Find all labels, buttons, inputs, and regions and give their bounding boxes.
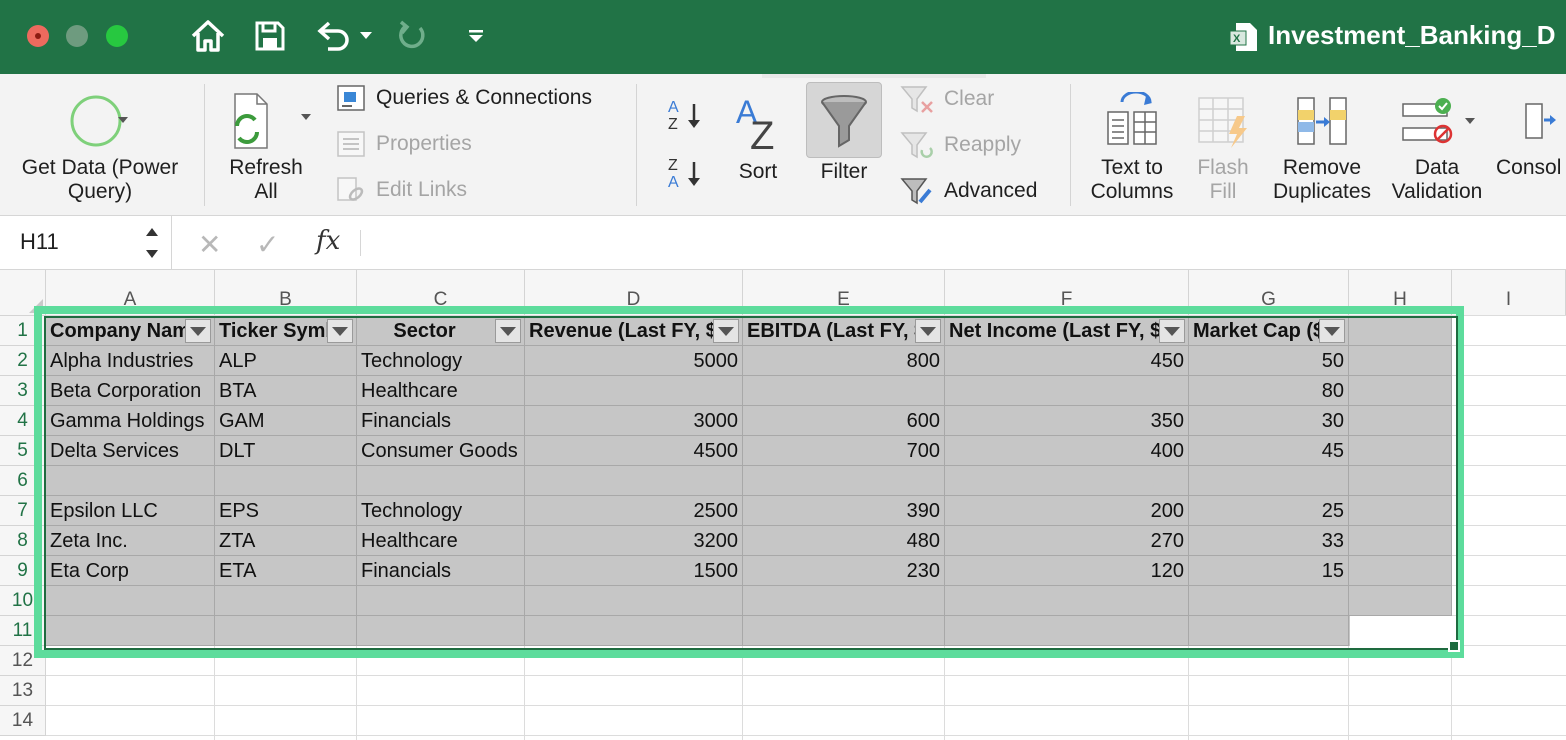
sort-az-icon: AZ bbox=[736, 94, 774, 151]
undo-dropdown-icon[interactable] bbox=[358, 16, 374, 56]
consolidate-icon bbox=[1525, 103, 1556, 139]
home-icon[interactable] bbox=[188, 16, 228, 56]
data-validation-button[interactable]: Data Validation bbox=[1386, 90, 1488, 204]
reapply-filter-icon bbox=[900, 132, 933, 159]
svg-text:A: A bbox=[668, 174, 679, 191]
gridline bbox=[46, 735, 1566, 736]
get-data-button[interactable]: Get Data (Power Query) bbox=[10, 92, 190, 204]
undo-icon[interactable] bbox=[314, 16, 354, 56]
sort-label: Sort bbox=[738, 160, 778, 183]
refresh-all-label: Refresh All bbox=[229, 156, 303, 203]
active-tab-indicator bbox=[762, 74, 986, 78]
advanced-filter-icon bbox=[900, 178, 932, 205]
queries-connections-icon bbox=[337, 85, 365, 111]
ribbon-separator bbox=[636, 84, 637, 206]
worksheet-grid[interactable]: A B C D E F G H I 1 2 3 4 5 6 7 8 9 10 11 12 13 14 Company Nam T… bbox=[0, 270, 1566, 740]
flash-fill-icon bbox=[1198, 97, 1247, 148]
close-window-button[interactable] bbox=[27, 25, 49, 47]
properties-label: Properties bbox=[376, 132, 472, 155]
edit-links-label: Edit Links bbox=[376, 178, 468, 201]
gridline bbox=[46, 675, 1566, 676]
remove-duplicates-button[interactable]: Remove Duplicates bbox=[1264, 90, 1380, 204]
redo-icon[interactable] bbox=[394, 16, 430, 56]
ribbon-separator bbox=[204, 84, 205, 206]
get-data-icon bbox=[70, 95, 128, 147]
title-bar: X Investment_Banking_D bbox=[0, 0, 1566, 74]
clear-filter-button[interactable]: Clear bbox=[900, 84, 994, 114]
clear-label: Clear bbox=[944, 87, 995, 110]
data-ribbon: Get Data (Power Query) Refresh All Queri… bbox=[0, 74, 1566, 216]
queries-connections-button[interactable]: Queries & Connections bbox=[336, 84, 592, 112]
svg-text:Z: Z bbox=[668, 116, 678, 133]
consolidate-label: Consol bbox=[1496, 156, 1562, 179]
data-validation-label: Data Validation bbox=[1391, 156, 1483, 203]
svg-text:Z: Z bbox=[668, 157, 678, 174]
filter-label: Filter bbox=[820, 160, 868, 183]
advanced-filter-button[interactable]: Advanced bbox=[900, 176, 1037, 206]
get-data-label: Get Data (Power Query) bbox=[21, 156, 179, 203]
formula-bar: H11 ✕ ✓ fx bbox=[0, 216, 1566, 270]
minimize-window-button[interactable] bbox=[66, 25, 88, 47]
sort-a-to-z-button[interactable]: AZ bbox=[666, 96, 706, 139]
data-validation-icon bbox=[1402, 98, 1475, 144]
name-box-value: H11 bbox=[20, 229, 59, 254]
reapply-filter-button[interactable]: Reapply bbox=[900, 130, 1021, 160]
queries-connections-label: Queries & Connections bbox=[376, 86, 592, 109]
clear-filter-icon bbox=[900, 86, 933, 113]
refresh-all-button[interactable]: Refresh All bbox=[220, 90, 312, 204]
excel-document-icon: X bbox=[1229, 22, 1258, 57]
filter-button[interactable]: Filter bbox=[806, 90, 882, 184]
reapply-label: Reapply bbox=[944, 133, 1022, 156]
properties-icon bbox=[337, 131, 365, 157]
sort-descending-icon: ZA bbox=[668, 157, 700, 191]
fill-handle[interactable] bbox=[1448, 640, 1460, 652]
edit-links-button[interactable]: Edit Links bbox=[336, 176, 467, 204]
cancel-formula-icon[interactable]: ✕ bbox=[198, 228, 221, 261]
insert-function-icon[interactable]: fx bbox=[316, 226, 340, 256]
remove-duplicates-label: Remove Duplicates bbox=[1272, 156, 1372, 203]
properties-button[interactable]: Properties bbox=[336, 130, 472, 158]
consolidate-button[interactable]: Consol bbox=[1496, 90, 1566, 180]
customize-toolbar-icon[interactable] bbox=[466, 16, 486, 56]
advanced-label: Advanced bbox=[944, 179, 1038, 202]
text-to-columns-button[interactable]: Text to Columns bbox=[1082, 90, 1182, 204]
refresh-icon bbox=[234, 93, 311, 149]
remove-duplicates-icon bbox=[1297, 97, 1347, 145]
formula-separator bbox=[360, 230, 361, 256]
row-header[interactable]: 14 bbox=[0, 706, 46, 736]
svg-text:Z: Z bbox=[750, 114, 774, 151]
flash-fill-label: Flash Fill bbox=[1197, 156, 1249, 203]
name-box[interactable]: H11 bbox=[0, 216, 172, 270]
ribbon-separator bbox=[1070, 84, 1071, 206]
text-to-columns-label: Text to Columns bbox=[1090, 156, 1174, 203]
flash-fill-button[interactable]: Flash Fill bbox=[1186, 90, 1260, 204]
filter-funnel-icon bbox=[821, 95, 867, 148]
text-to-columns-icon bbox=[1107, 92, 1157, 145]
save-icon[interactable] bbox=[252, 16, 288, 56]
svg-text:X: X bbox=[1233, 33, 1241, 45]
row-header[interactable]: 13 bbox=[0, 676, 46, 706]
sort-z-to-a-button[interactable]: ZA bbox=[666, 154, 706, 197]
maximize-window-button[interactable] bbox=[106, 25, 128, 47]
sort-button[interactable]: AZ Sort bbox=[726, 90, 790, 184]
edit-links-icon bbox=[337, 177, 364, 201]
name-box-stepper-icon[interactable] bbox=[144, 224, 160, 262]
svg-text:A: A bbox=[668, 99, 679, 116]
gridline bbox=[46, 705, 1566, 706]
sort-ascending-icon: AZ bbox=[668, 99, 700, 133]
document-title: Investment_Banking_D bbox=[1268, 20, 1556, 50]
confirm-formula-icon[interactable]: ✓ bbox=[256, 228, 279, 261]
selection-border bbox=[44, 316, 1458, 650]
column-header[interactable]: I bbox=[1452, 270, 1566, 316]
